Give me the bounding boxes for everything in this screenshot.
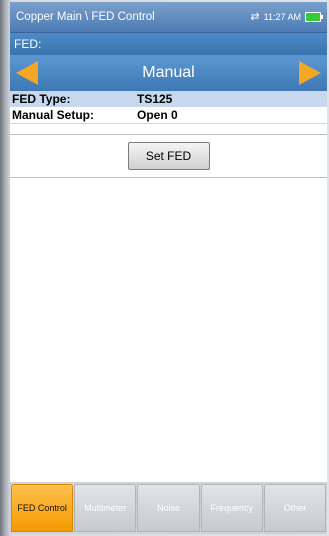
mode-value: Manual <box>142 64 195 81</box>
window-title: Copper Main \ FED Control <box>16 11 155 23</box>
previous-arrow-icon[interactable] <box>16 61 38 85</box>
title-bar: Copper Main \ FED Control ⇄ 11:27 AM <box>10 2 327 33</box>
device-frame: Copper Main \ FED Control ⇄ 11:27 AM FED… <box>0 0 329 536</box>
mode-selector: Manual <box>10 55 327 91</box>
fed-type-row[interactable]: FED Type: TS125 <box>10 91 327 107</box>
manual-setup-label: Manual Setup: <box>12 108 95 122</box>
bottom-tabs: FED Control Multimeter Noise Frequency O… <box>10 482 327 534</box>
status-area: ⇄ 11:27 AM <box>250 10 323 23</box>
fed-type-label: FED Type: <box>12 92 71 106</box>
set-fed-button[interactable]: Set FED <box>127 142 210 170</box>
tab-fed-control[interactable]: FED Control <box>11 484 74 532</box>
divider <box>10 124 327 135</box>
sync-icon: ⇄ <box>250 10 260 23</box>
tab-multimeter[interactable]: Multimeter <box>74 484 137 532</box>
next-arrow-icon[interactable] <box>299 61 321 85</box>
tab-other[interactable]: Other <box>263 484 327 532</box>
tab-frequency[interactable]: Frequency <box>200 484 263 532</box>
manual-setup-row[interactable]: Manual Setup: Open 0 <box>10 107 327 124</box>
fed-header: FED: <box>10 33 327 55</box>
fed-type-value: TS125 <box>137 92 173 106</box>
battery-icon <box>305 12 323 22</box>
tab-noise[interactable]: Noise <box>137 484 200 532</box>
manual-setup-value: Open 0 <box>137 108 178 122</box>
screen: Copper Main \ FED Control ⇄ 11:27 AM FED… <box>10 2 327 534</box>
set-fed-area: Set FED <box>10 135 327 178</box>
clock: 11:27 AM <box>263 12 301 22</box>
